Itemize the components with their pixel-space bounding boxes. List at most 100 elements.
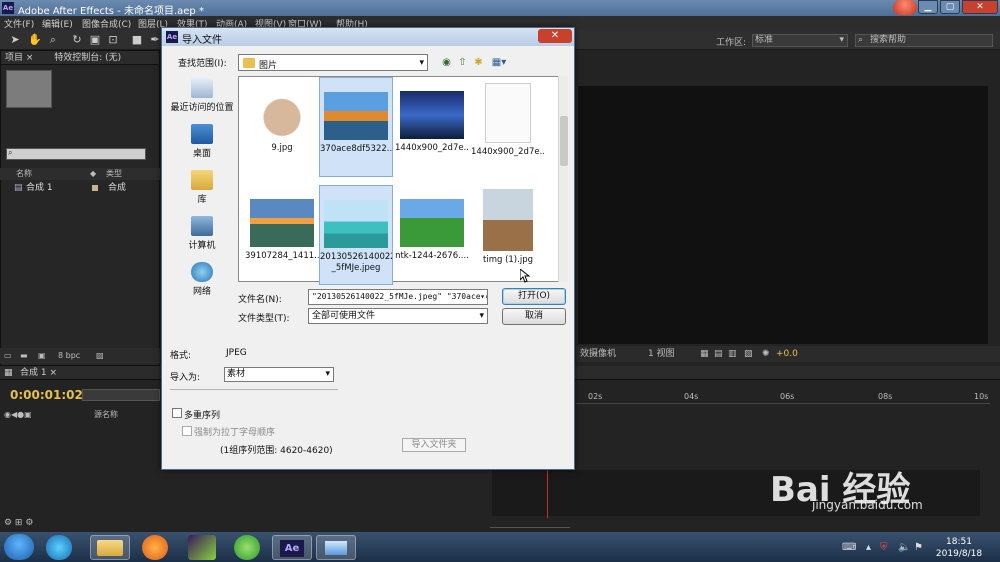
import-as-value: 素材 (227, 369, 246, 379)
project-item-row[interactable]: ▤ 合成 1 合成 (0, 182, 160, 194)
tab-project[interactable]: 项目 × (5, 53, 33, 63)
windows-taskbar: Ae ⌨ ▴ ⛨ 🔈 ⚑ (0, 532, 1000, 562)
column-type[interactable]: 类型 (106, 168, 122, 180)
pixel-aspect-icon[interactable]: ▤ (714, 346, 723, 362)
menu-file[interactable]: 文件(F) (4, 17, 34, 30)
maximize-button[interactable]: ▢ (940, 0, 960, 14)
flag-icon[interactable]: ⚑ (914, 542, 923, 553)
import-as-select[interactable]: 素材 ▾ (224, 367, 334, 382)
place-network[interactable]: 网络 (168, 262, 236, 306)
close-button[interactable]: ✕ (962, 0, 998, 14)
composition-viewer[interactable] (578, 86, 988, 344)
menu-composition[interactable]: 图像合成(C) (82, 17, 131, 30)
computer-icon (191, 216, 213, 236)
interpret-footage-icon[interactable]: ▭ (4, 348, 12, 364)
file-type-select[interactable]: 全部可使用文件 ▾ (308, 308, 488, 324)
delete-icon[interactable]: ▨ (96, 348, 104, 364)
exposure-value[interactable]: +0.0 (776, 346, 798, 362)
tray-arrow-icon[interactable]: ▴ (866, 542, 871, 553)
exposure-icon[interactable]: ✺ (762, 346, 770, 362)
alphabetical-order-checkbox[interactable] (182, 426, 192, 436)
dialog-title-bar: Ae 导入文件 ✕ (162, 28, 574, 46)
after-effects-taskbar-icon[interactable]: Ae (272, 535, 312, 560)
file-thumbnail (250, 199, 314, 247)
rectangle-tool-icon[interactable]: ■ (130, 33, 144, 47)
up-folder-icon[interactable]: ⇧ (456, 56, 469, 69)
file-item[interactable]: 39107284_1411... (245, 185, 319, 285)
video-app-icon[interactable] (188, 535, 216, 560)
pan-behind-tool-icon[interactable]: ⊡ (106, 33, 120, 47)
menu-edit[interactable]: 编辑(E) (42, 17, 73, 30)
file-list-scrollbar[interactable] (558, 76, 568, 282)
views-select[interactable]: 1 视图 (648, 346, 675, 362)
zoom-tool-icon[interactable]: ⌕ (46, 33, 60, 47)
file-item[interactable]: timg (1).jpg (471, 185, 545, 285)
pen-tool-icon[interactable]: ✒ (148, 33, 162, 47)
back-icon[interactable]: ◉ (440, 56, 453, 69)
start-button[interactable] (4, 534, 34, 560)
file-item[interactable]: 1440x900_2d7e... (395, 77, 469, 177)
current-timecode[interactable]: 0:00:01:02 (10, 388, 83, 402)
tab-effect-controls[interactable]: 特效控制台: (无) (54, 53, 121, 63)
new-folder-icon[interactable]: ✱ (472, 56, 485, 69)
look-in-label: 查找范围(I): (178, 59, 227, 69)
zoom-slider[interactable] (490, 522, 570, 528)
dialog-close-button[interactable]: ✕ (538, 29, 572, 43)
new-composition-icon[interactable]: ▣ (38, 348, 46, 364)
open-button[interactable]: 打开(O) (502, 288, 566, 305)
hand-tool-icon[interactable]: ✋ (28, 33, 42, 47)
column-source-name[interactable]: 源名称 (94, 409, 118, 421)
selection-tool-icon[interactable]: ➤ (8, 33, 22, 47)
file-item[interactable]: 1440x900_2d7e... (471, 77, 545, 177)
place-computer[interactable]: 计算机 (168, 216, 236, 260)
system-clock[interactable]: 18:51 2019/8/18 (930, 536, 988, 560)
ruler-tick: 06s (780, 392, 795, 401)
import-as-label: 导入为: (170, 373, 201, 383)
cancel-button[interactable]: 取消 (502, 308, 566, 325)
time-ruler[interactable]: 02s 04s 06s 08s 10s (576, 390, 990, 404)
file-list[interactable]: 9.jpg 370ace8df5322... 1440x900_2d7e... … (238, 76, 568, 285)
grid-icon[interactable]: ▦ (700, 346, 709, 362)
bit-depth-label[interactable]: 8 bpc (58, 348, 80, 364)
new-folder-icon[interactable]: ▬ (20, 348, 28, 364)
look-in-select[interactable]: 图片 ▾ (238, 54, 428, 71)
import-folder-button[interactable]: 导入文件夹 (402, 438, 466, 452)
file-explorer-icon[interactable] (90, 535, 130, 560)
keyboard-icon[interactable]: ⌨ (842, 542, 856, 553)
media-player-icon[interactable] (46, 535, 72, 560)
refresh-app-icon[interactable] (234, 535, 260, 560)
sequence-checkbox[interactable] (172, 408, 182, 418)
active-camera-select[interactable]: 效摄像机 (580, 346, 616, 362)
minimize-button[interactable]: ▁ (918, 0, 938, 14)
rotate-tool-icon[interactable]: ↻ (70, 33, 84, 47)
network-icon (191, 262, 213, 282)
place-desktop[interactable]: 桌面 (168, 124, 236, 168)
column-name[interactable]: 名称 (16, 168, 32, 180)
security-icon[interactable]: ⛨ (880, 542, 888, 553)
timeline-icon[interactable]: ▧ (744, 346, 753, 362)
fast-preview-icon[interactable]: ▥ (728, 346, 737, 362)
file-name-line2: _5fMJe.jpeg (331, 263, 381, 273)
camera-tool-icon[interactable]: ▣ (88, 33, 102, 47)
tab-composition[interactable]: 合成 1 × (20, 366, 57, 380)
workspace-select[interactable]: 标准 ▾ (752, 34, 848, 47)
file-item-selected[interactable]: 370ace8df5322... (319, 77, 393, 177)
file-item[interactable]: 9.jpg (245, 77, 319, 177)
place-recent[interactable]: 最近访问的位置 (168, 78, 236, 122)
project-search-input[interactable]: ⌕ (6, 148, 146, 160)
view-menu-icon[interactable]: ▦▾ (488, 56, 510, 69)
file-item[interactable]: ntk-1244-2676.... (395, 185, 469, 285)
timeline-search-input[interactable] (82, 389, 160, 401)
volume-icon[interactable]: 🔈 (898, 542, 910, 553)
firefox-icon[interactable] (142, 535, 168, 560)
file-name-value: "20130526140022_5fMJe.jpeg" "370ace84 (312, 292, 488, 301)
file-item-selected[interactable]: 20130526140022 _5fMJe.jpeg (319, 185, 393, 285)
place-libraries[interactable]: 库 (168, 170, 236, 214)
window-icon (325, 541, 347, 555)
place-label: 桌面 (192, 149, 211, 159)
chevron-down-icon[interactable]: ▾ (480, 290, 485, 304)
scrollbar-thumb[interactable] (560, 116, 568, 166)
window-app-icon[interactable] (316, 535, 356, 560)
file-name-input[interactable]: "20130526140022_5fMJe.jpeg" "370ace84 ▾ (308, 289, 488, 305)
search-help-input[interactable]: ⌕ 搜索帮助 (855, 34, 993, 47)
